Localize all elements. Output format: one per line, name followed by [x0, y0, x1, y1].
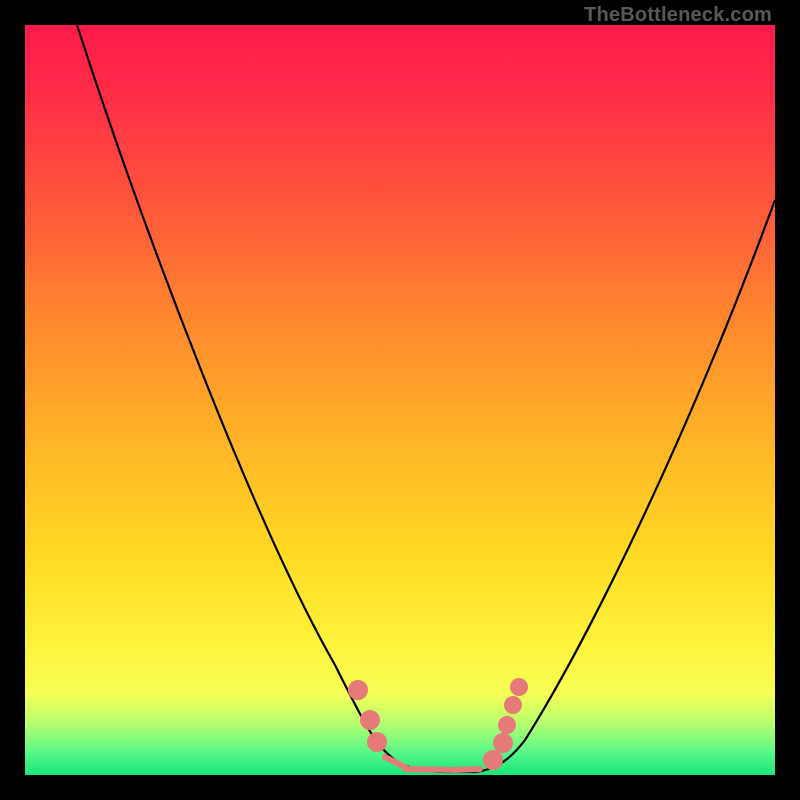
chart-curves-svg	[25, 25, 775, 775]
watermark-text: TheBottleneck.com	[584, 4, 772, 27]
chart-plot-area	[25, 25, 775, 775]
bottleneck-curve	[77, 25, 775, 772]
highlight-markers	[351, 681, 525, 770]
chart-frame: TheBottleneck.com	[0, 0, 800, 800]
